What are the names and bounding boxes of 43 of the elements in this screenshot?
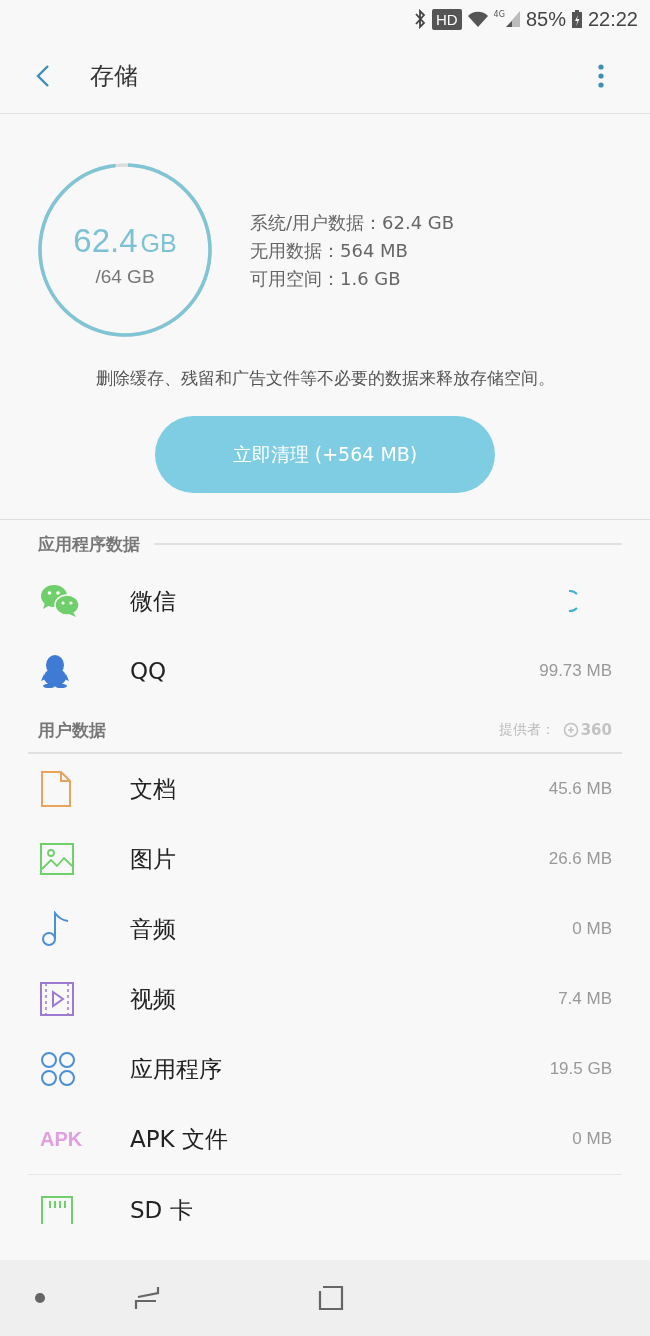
battery-percent: 85% bbox=[525, 7, 566, 31]
video-icon bbox=[40, 982, 74, 1016]
storage-item[interactable]: 微信 bbox=[28, 566, 622, 636]
used-unit: GB bbox=[140, 229, 177, 258]
total-capacity: /64 GB bbox=[95, 266, 155, 288]
document-icon bbox=[40, 770, 72, 808]
sd-card-icon bbox=[40, 1195, 74, 1225]
chat-bubbles-icon bbox=[40, 584, 80, 618]
plus-circle-icon bbox=[562, 722, 579, 738]
storage-detail: 可用空间：1.6 GB bbox=[250, 266, 402, 290]
home-icon bbox=[318, 1285, 344, 1311]
image-icon bbox=[40, 843, 74, 875]
more-icon bbox=[598, 63, 604, 88]
back-icon bbox=[36, 63, 50, 88]
storage-item[interactable]: 文档 45.6 MB bbox=[28, 754, 622, 824]
storage-item[interactable]: 视频 7.4 MB bbox=[28, 964, 622, 1034]
storage-detail: 系统/用户数据：62.4 GB bbox=[250, 210, 455, 234]
provider-label: 提供者： bbox=[498, 721, 555, 739]
section-header: 用户数据 bbox=[38, 718, 106, 742]
storage-item[interactable]: 图片 26.6 MB bbox=[28, 824, 622, 894]
battery-icon bbox=[570, 9, 583, 29]
recent-apps-icon bbox=[134, 1285, 160, 1311]
network-type: 4G bbox=[493, 10, 505, 19]
section-header: 应用程序数据 bbox=[38, 532, 140, 556]
clock: 22:22 bbox=[587, 7, 638, 31]
music-note-icon bbox=[40, 911, 70, 947]
page-title: 存储 bbox=[90, 60, 139, 92]
storage-item[interactable]: 应用程序 19.5 GB bbox=[28, 1034, 622, 1104]
storage-item[interactable]: APK APK 文件 0 MB bbox=[28, 1104, 622, 1174]
dot-icon bbox=[34, 1292, 46, 1304]
wifi-icon bbox=[466, 10, 489, 28]
app-grid-icon bbox=[40, 1051, 76, 1087]
hd-indicator: HD bbox=[431, 8, 462, 30]
storage-item[interactable]: QQ 99.73 MB bbox=[28, 636, 622, 706]
apk-label: APK bbox=[40, 1127, 83, 1151]
storage-item[interactable]: 音频 0 MB bbox=[28, 894, 622, 964]
storage-detail: 无用数据：564 MB bbox=[250, 238, 409, 262]
used-amount: 62.4 bbox=[73, 222, 138, 260]
storage-item[interactable]: SD 卡 bbox=[28, 1174, 622, 1245]
description-text: 删除缓存、残留和广告文件等不必要的数据来释放存储空间。 bbox=[94, 368, 556, 390]
bluetooth-icon bbox=[412, 9, 427, 29]
penguin-icon bbox=[40, 654, 70, 688]
signal-icon bbox=[504, 10, 521, 28]
